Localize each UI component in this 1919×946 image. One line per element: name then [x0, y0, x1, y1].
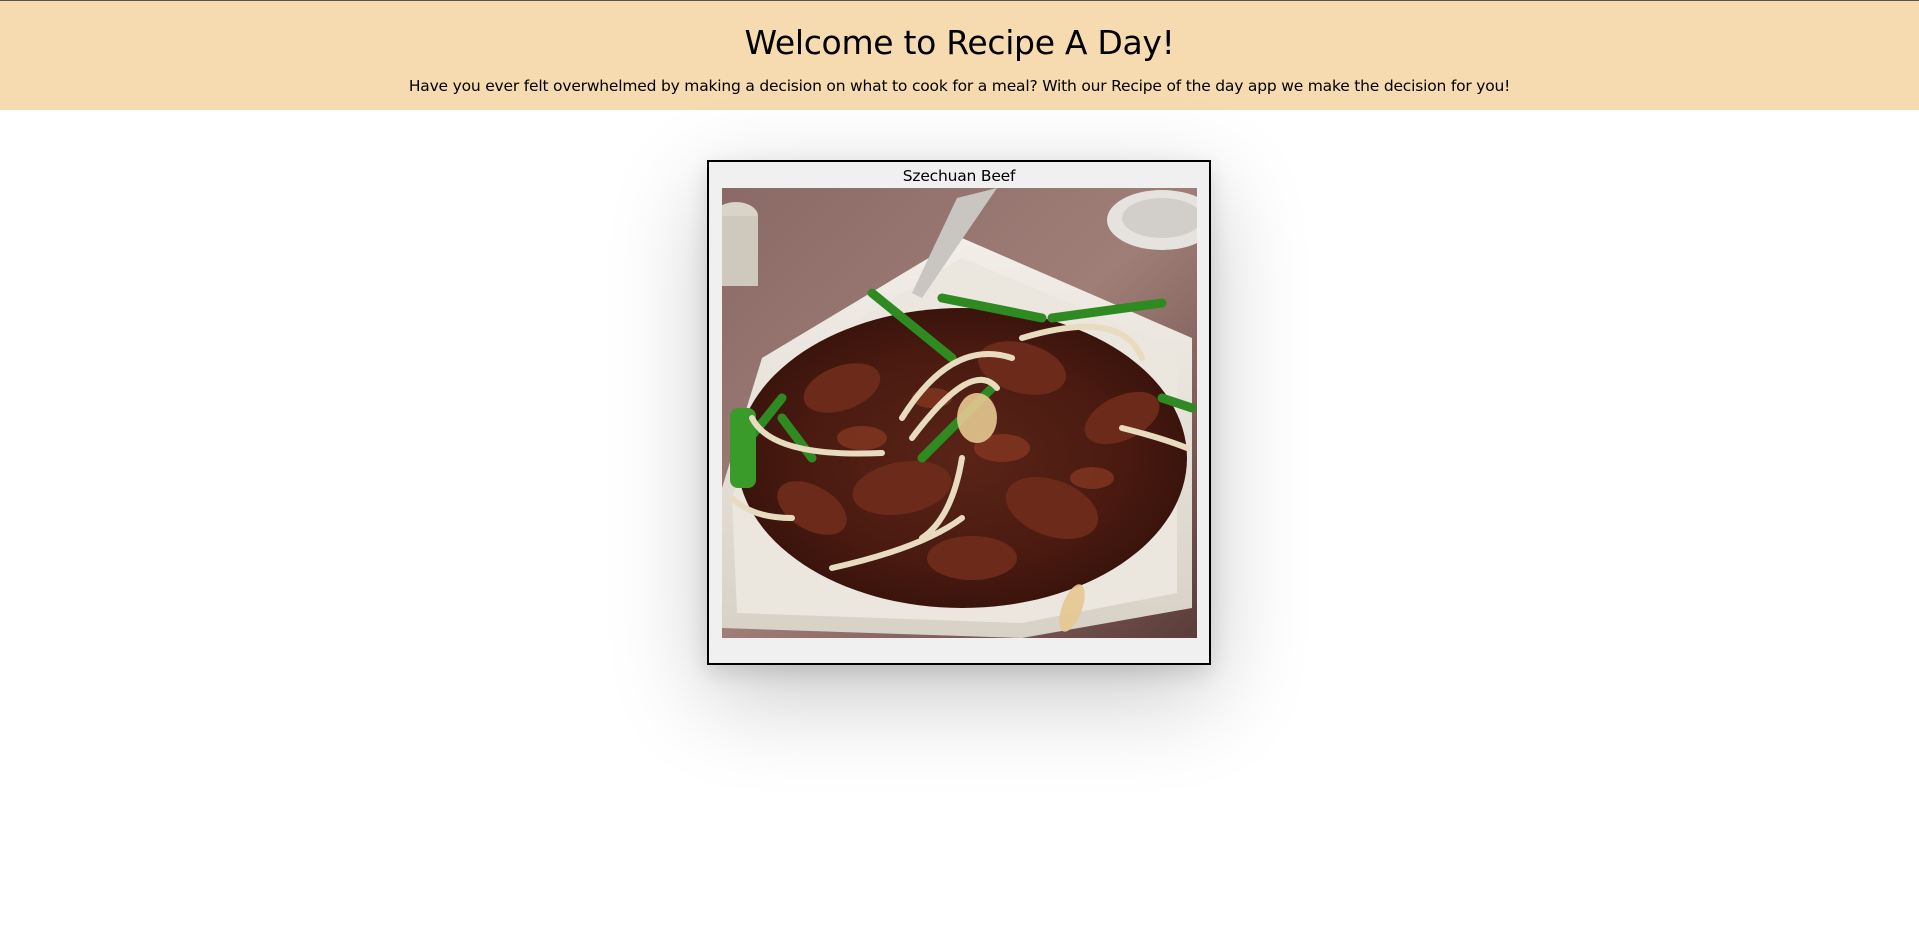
site-header: Welcome to Recipe A Day! Have you ever f… [0, 0, 1919, 110]
recipe-name: Szechuan Beef [902, 167, 1016, 185]
recipe-image [722, 188, 1197, 638]
page-title: Welcome to Recipe A Day! [744, 23, 1175, 62]
recipe-photo [722, 188, 1197, 638]
recipe-card[interactable]: Szechuan Beef [707, 160, 1211, 665]
page-subtitle: Have you ever felt overwhelmed by making… [408, 77, 1511, 95]
